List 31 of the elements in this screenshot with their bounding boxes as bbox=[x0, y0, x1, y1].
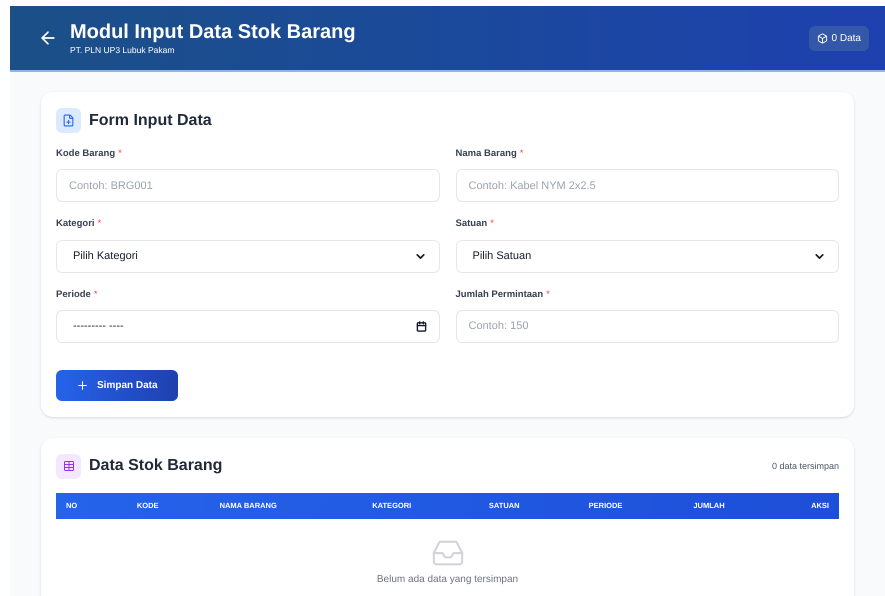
page-title: Modul Input Data Stok Barang bbox=[70, 20, 356, 44]
date-field[interactable]: --------- ---- bbox=[56, 310, 440, 343]
table-title: Data Stok Barang bbox=[89, 456, 222, 476]
data-count-badge: 0 Data bbox=[808, 26, 869, 50]
required-mark: * bbox=[118, 147, 122, 161]
select-field[interactable]: Pilih Kategori bbox=[56, 240, 440, 272]
field-label: Kode Barang bbox=[56, 147, 116, 161]
table-icon bbox=[56, 454, 81, 479]
plus-icon bbox=[76, 378, 89, 392]
page-subtitle: PT. PLN UP3 Lubuk Pakam bbox=[70, 44, 176, 56]
field-label: Nama Barang bbox=[456, 147, 517, 161]
field-label: Satuan bbox=[456, 217, 488, 232]
box-icon bbox=[816, 32, 828, 44]
field-label: Jumlah Permintaan bbox=[456, 288, 544, 302]
saved-count: 0 data tersimpan bbox=[772, 460, 839, 473]
document-plus-icon bbox=[56, 108, 81, 133]
empty-message: Belum ada data yang tersimpan bbox=[376, 572, 518, 587]
required-mark: * bbox=[98, 217, 102, 232]
field-label: Kategori bbox=[56, 217, 95, 232]
input-field[interactable]: Contoh: 150 bbox=[456, 310, 839, 343]
calendar-icon bbox=[416, 320, 426, 332]
input-field[interactable]: Contoh: BRG001 bbox=[56, 169, 440, 202]
save-button[interactable]: Simpan Data bbox=[56, 370, 178, 401]
form-title: Form Input Data bbox=[89, 110, 212, 130]
required-mark: * bbox=[94, 288, 98, 302]
required-mark: * bbox=[546, 288, 550, 302]
select-field[interactable]: Pilih Satuan bbox=[456, 240, 839, 272]
input-field[interactable]: Contoh: Kabel NYM 2x2.5 bbox=[456, 169, 839, 202]
field-label: Periode bbox=[56, 288, 91, 302]
required-mark: * bbox=[490, 217, 494, 232]
required-mark: * bbox=[520, 147, 524, 161]
